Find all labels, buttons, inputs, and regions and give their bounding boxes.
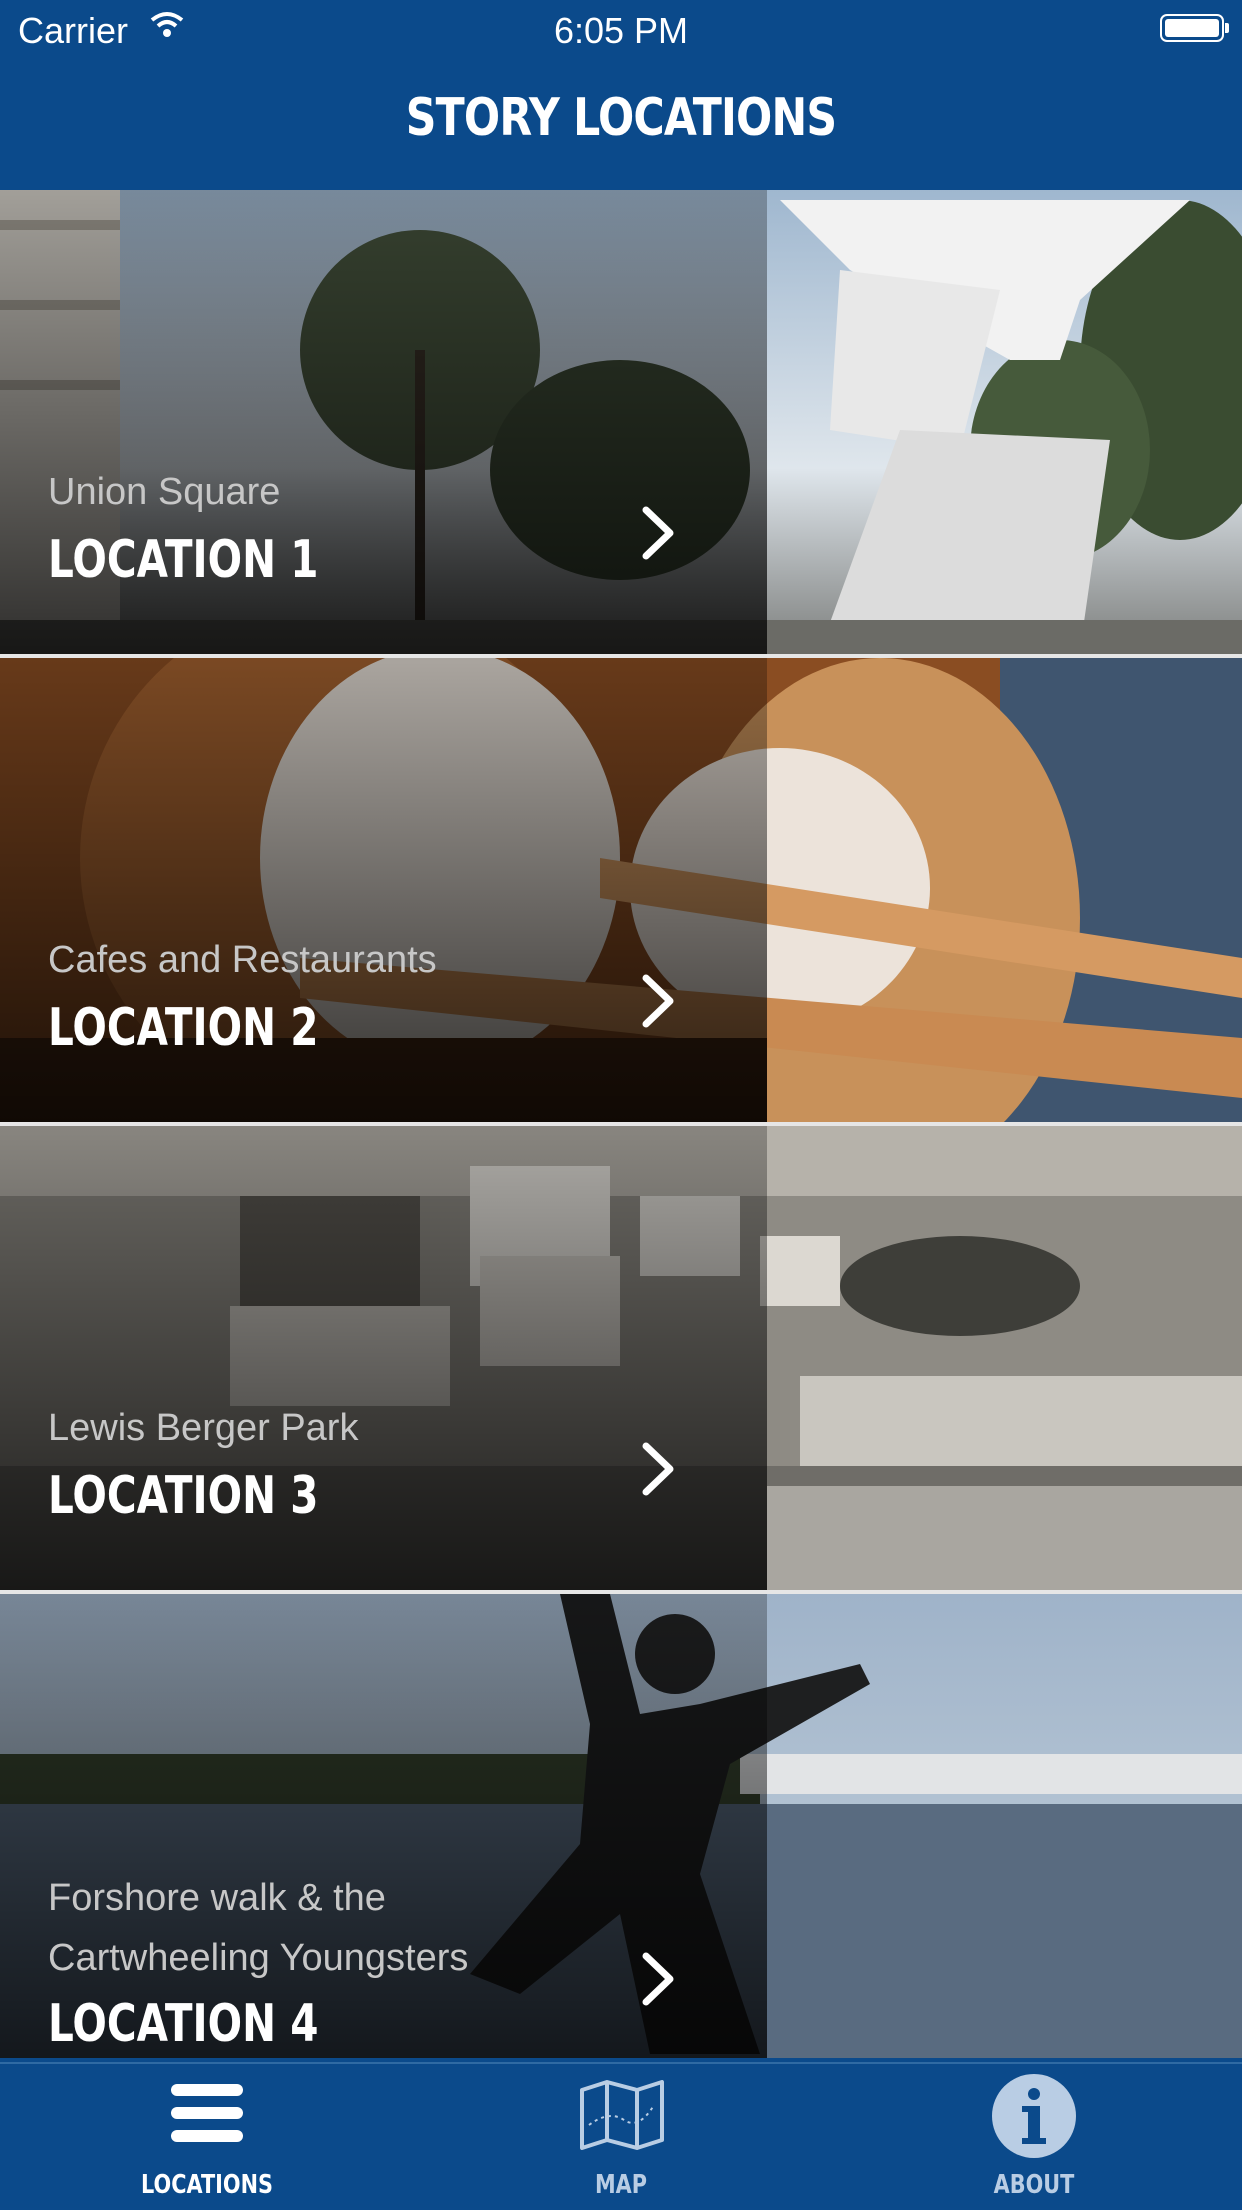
chevron-right-icon: [642, 506, 674, 560]
tab-map-label: MAP: [594, 2170, 648, 2200]
location-4-subtitle-line-2: Cartwheeling Youngsters: [48, 1937, 469, 1979]
status-bar: Carrier 6:05 PM: [0, 0, 1242, 60]
tab-locations[interactable]: LOCATIONS: [97, 2064, 317, 2210]
location-2-label: LOCATION 2: [48, 998, 319, 1058]
location-row-3[interactable]: Lewis Berger Park LOCATION 3: [0, 1126, 1242, 1594]
battery-icon: [1160, 14, 1229, 42]
info-icon: [992, 2074, 1076, 2158]
tab-locations-label: LOCATIONS: [141, 2170, 273, 2200]
location-row-2[interactable]: Cafes and Restaurants LOCATION 2: [0, 658, 1242, 1126]
location-4-label: LOCATION 4: [48, 1994, 319, 2054]
locations-list: Union Square LOCATION 1 Cafes and Restau…: [0, 190, 1242, 2058]
menu-icon: [171, 2084, 243, 2142]
location-row-1[interactable]: Union Square LOCATION 1: [0, 190, 1242, 658]
tab-about[interactable]: ABOUT: [924, 2064, 1144, 2210]
location-1-label: LOCATION 1: [48, 530, 319, 590]
location-3-subtitle: Lewis Berger Park: [48, 1407, 359, 1449]
chevron-right-icon: [642, 1442, 674, 1496]
chevron-right-icon: [642, 974, 674, 1028]
chevron-right-icon: [642, 1952, 674, 2006]
location-3-label: LOCATION 3: [48, 1466, 319, 1526]
location-row-4[interactable]: Forshore walk & the Cartwheeling Youngst…: [0, 1594, 1242, 2058]
map-icon: [580, 2080, 664, 2150]
tab-about-label: ABOUT: [993, 2170, 1075, 2200]
page-title: STORY LOCATIONS: [405, 88, 837, 148]
location-2-subtitle: Cafes and Restaurants: [48, 939, 437, 981]
location-4-subtitle-line-1: Forshore walk & the: [48, 1877, 386, 1919]
location-1-subtitle: Union Square: [48, 471, 281, 513]
tab-map[interactable]: MAP: [511, 2064, 731, 2210]
status-time: 6:05 PM: [553, 10, 689, 51]
tab-bar: LOCATIONS MAP ABOUT: [0, 2062, 1242, 2210]
